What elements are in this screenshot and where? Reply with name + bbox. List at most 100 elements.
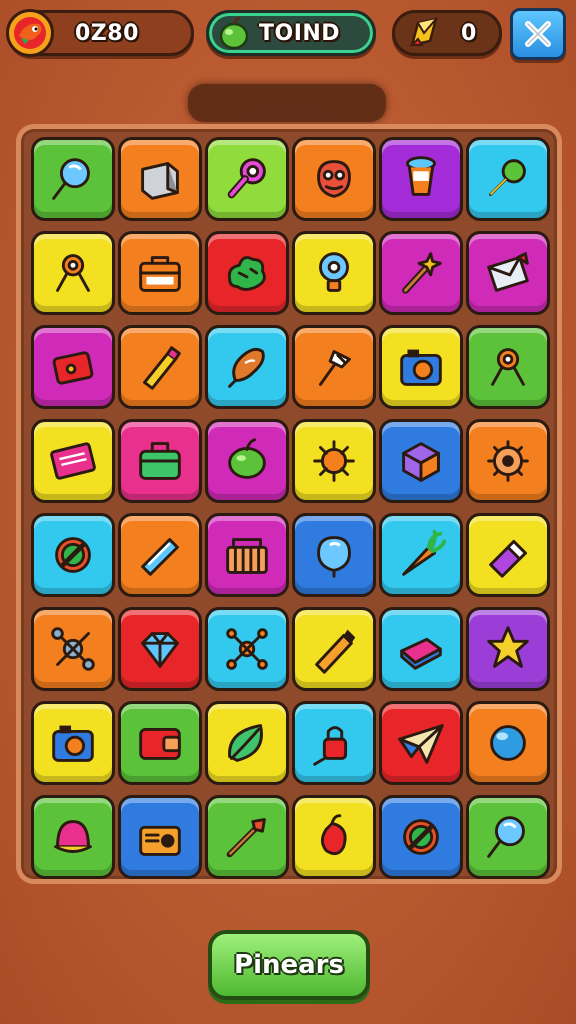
star-icon: [487, 626, 529, 668]
tile-r6-c4[interactable]: [292, 607, 376, 691]
tile-r1-c3[interactable]: [205, 137, 289, 221]
envelope-icon: [487, 252, 529, 292]
tile-r7-c2[interactable]: [118, 701, 202, 785]
drone-icon: [51, 627, 95, 671]
tile-r3-c6[interactable]: [466, 325, 550, 409]
tile-r2-c2[interactable]: [118, 231, 202, 315]
tile-r2-c1[interactable]: [31, 231, 115, 315]
tile-r2-c6[interactable]: [466, 231, 550, 315]
basket-icon: [226, 538, 268, 574]
lunchbox-icon: [139, 442, 181, 480]
drumstick-icon: [228, 347, 265, 388]
tile-r8-c6[interactable]: [466, 795, 550, 879]
score-value: 0Z80: [75, 20, 139, 46]
toolbox-icon: [139, 256, 181, 292]
tile-r6-c3[interactable]: [205, 607, 289, 691]
hairdryer-icon: [227, 158, 266, 199]
gear-target-icon: [487, 440, 529, 482]
tile-r8-c3[interactable]: [205, 795, 289, 879]
pen-icon: [143, 346, 181, 390]
tile-r8-c5[interactable]: [379, 795, 463, 879]
blue-orb-icon: [490, 725, 526, 761]
tile-r5-c2[interactable]: [118, 513, 202, 597]
tile-r6-c2[interactable]: [118, 607, 202, 691]
tile-r3-c3[interactable]: [205, 325, 289, 409]
tile-r4-c1[interactable]: [31, 419, 115, 503]
tile-r5-c1[interactable]: [31, 513, 115, 597]
wallet-icon: [139, 728, 181, 760]
tile-r1-c1[interactable]: [31, 137, 115, 221]
tile-r3-c5[interactable]: [379, 325, 463, 409]
lightbulb-icon: [319, 252, 349, 292]
tile-r7-c1[interactable]: [31, 701, 115, 785]
tile-r7-c5[interactable]: [379, 701, 463, 785]
box-icon: [141, 162, 179, 200]
radio-icon: [139, 825, 181, 856]
carrot-icon: [402, 529, 447, 576]
lock-icon: [313, 726, 348, 766]
tile-r5-c4[interactable]: [292, 513, 376, 597]
tile-r4-c2[interactable]: [118, 419, 202, 503]
balloon-icon: [317, 536, 351, 578]
eraser-icon: [489, 540, 527, 578]
tile-r3-c2[interactable]: [118, 325, 202, 409]
coins-value: 0: [461, 20, 477, 46]
book-stack-icon: [400, 637, 442, 670]
tile-r2-c3[interactable]: [205, 231, 289, 315]
camera-icon: [400, 349, 442, 386]
tile-r5-c3[interactable]: [205, 513, 289, 597]
tile-r8-c2[interactable]: [118, 795, 202, 879]
tile-r1-c4[interactable]: [292, 137, 376, 221]
tile-r3-c1[interactable]: [31, 325, 115, 409]
pepper-icon: [320, 814, 347, 856]
gold-pencil-icon: [400, 9, 448, 57]
lollipop-icon: [487, 816, 525, 858]
no-sign-icon: [403, 819, 439, 855]
tile-r1-c5[interactable]: [379, 137, 463, 221]
apple-icon: [228, 438, 266, 479]
flag-icon: [319, 350, 351, 386]
primary-action-label: Pinears: [234, 950, 344, 980]
target-stand-icon: [56, 254, 90, 292]
game-board: [16, 124, 562, 884]
tile-r8-c4[interactable]: [292, 795, 376, 879]
tile-r3-c4[interactable]: [292, 325, 376, 409]
tile-r7-c6[interactable]: [466, 701, 550, 785]
magic-wand-icon: [402, 252, 442, 294]
tile-r7-c3[interactable]: [205, 701, 289, 785]
tile-r6-c1[interactable]: [31, 607, 115, 691]
tile-r2-c5[interactable]: [379, 231, 463, 315]
tile-r7-c4[interactable]: [292, 701, 376, 785]
tile-r4-c3[interactable]: [205, 419, 289, 503]
book-icon: [50, 442, 96, 480]
molecule-icon: [226, 628, 268, 670]
tile-r6-c6[interactable]: [466, 607, 550, 691]
tile-r5-c5[interactable]: [379, 513, 463, 597]
tile-r8-c1[interactable]: [31, 795, 115, 879]
tile-grid: [21, 129, 557, 879]
tile-r6-c5[interactable]: [379, 607, 463, 691]
tile-r5-c6[interactable]: [466, 513, 550, 597]
hat-icon: [54, 820, 92, 853]
close-button[interactable]: [510, 8, 566, 60]
dragon-head-icon: [6, 9, 54, 57]
close-icon: [525, 21, 551, 47]
title-plate: [188, 84, 386, 122]
target-stand-icon: [491, 348, 525, 386]
primary-action-button[interactable]: Pinears: [208, 930, 370, 1000]
crate-icon: [402, 442, 440, 482]
green-blob-icon: [227, 256, 266, 291]
tile-r1-c6[interactable]: [466, 137, 550, 221]
paper-plane-icon: [398, 724, 444, 764]
tile-r1-c2[interactable]: [118, 137, 202, 221]
green-apple-icon: [210, 9, 258, 57]
red-card-icon: [52, 351, 94, 385]
magnifier-icon: [489, 159, 526, 196]
tile-r4-c5[interactable]: [379, 419, 463, 503]
moves-value: TOIND: [259, 20, 341, 46]
spear-icon: [226, 818, 266, 858]
tile-r2-c4[interactable]: [292, 231, 376, 315]
tile-r4-c6[interactable]: [466, 419, 550, 503]
tile-r4-c4[interactable]: [292, 419, 376, 503]
lollipop-icon: [52, 158, 90, 200]
